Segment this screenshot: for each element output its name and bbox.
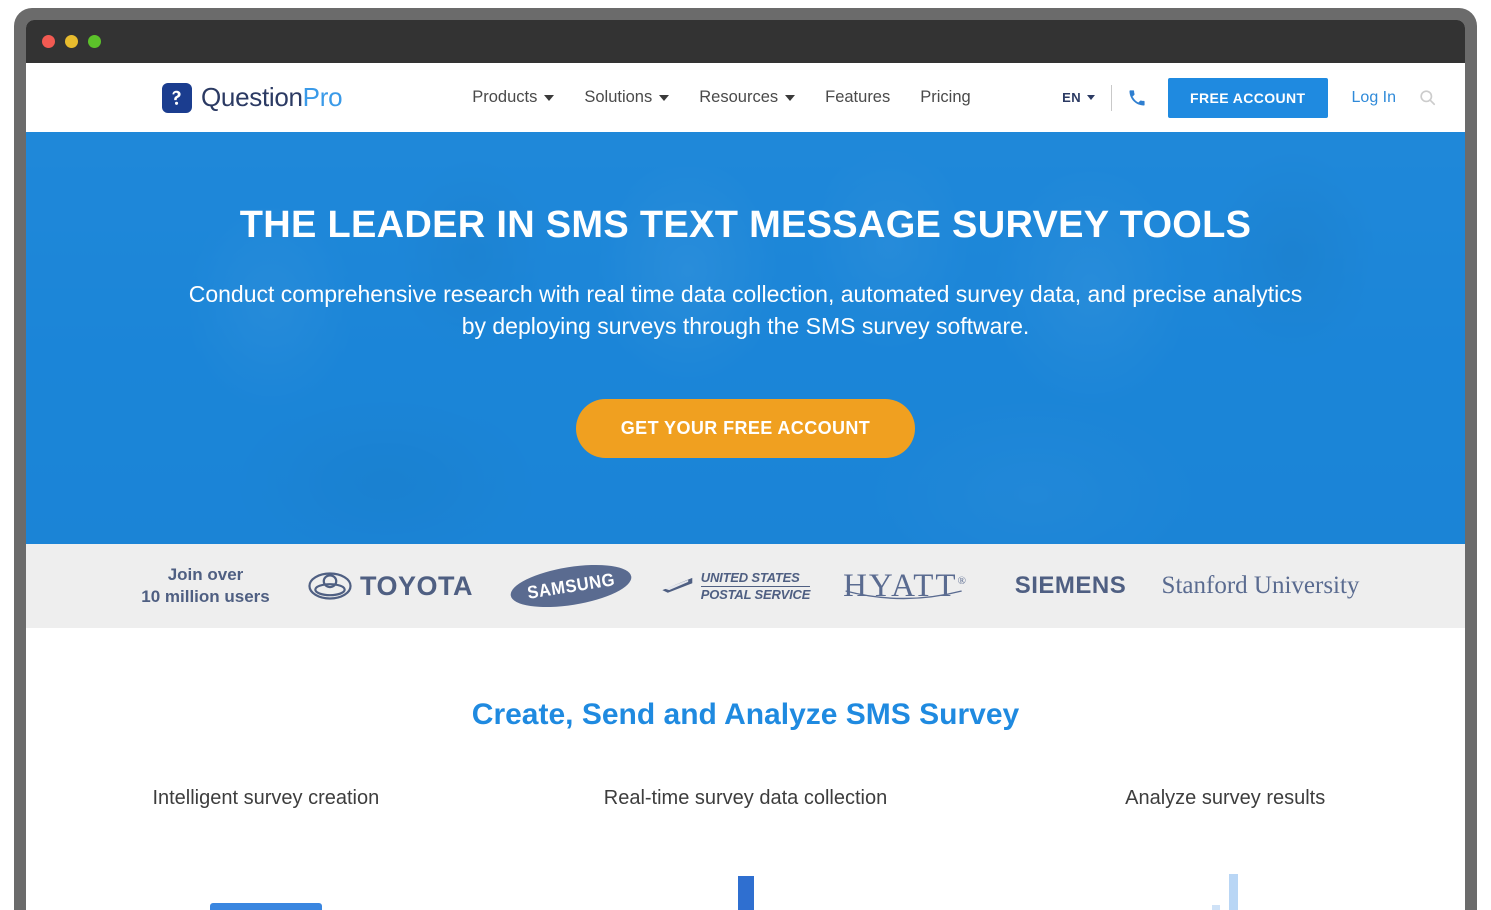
- feature-column-create: Intelligent survey creation: [26, 787, 506, 910]
- siemens-logo-text: SIEMENS: [1014, 572, 1127, 599]
- hyatt-logo-icon: HYATT®: [821, 568, 991, 605]
- hero-subtitle: Conduct comprehensive research with real…: [188, 280, 1303, 339]
- nav-item-products[interactable]: Products: [472, 88, 555, 107]
- features-title: Create, Send and Analyze SMS Survey: [471, 698, 1020, 731]
- illustration-bar-icon: [209, 903, 322, 910]
- join-over-line1: Join over: [167, 564, 244, 584]
- chevron-down-icon: [785, 94, 796, 101]
- search-icon[interactable]: [1418, 88, 1437, 107]
- feature-column-collect: Real-time survey data collection: [506, 787, 986, 910]
- feature-illustration-collect: [506, 842, 986, 910]
- nav-label-resources: Resources: [699, 88, 779, 106]
- nav-label-solutions: Solutions: [584, 88, 653, 106]
- illustration-tall-bar-icon: [1229, 874, 1239, 910]
- stanford-logo-icon: Stanford University: [1151, 572, 1371, 600]
- hyatt-swoosh-icon: [844, 589, 962, 599]
- nav-item-resources[interactable]: Resources: [699, 88, 796, 107]
- stanford-logo-text: Stanford University: [1161, 572, 1360, 599]
- brand-name-part2: Pro: [302, 82, 343, 112]
- customer-logos-bar: Join over 10 million users TOYOTA SAMSUN…: [26, 544, 1465, 628]
- feature-illustration-create: [26, 842, 506, 910]
- nav-item-features[interactable]: Features: [825, 88, 890, 107]
- illustration-column-icon: [737, 876, 754, 910]
- feature-label-analyze: Analyze survey results: [1125, 787, 1326, 809]
- header-actions: EN FREE ACCOUNT Log In: [1040, 77, 1437, 118]
- window-titlebar: [26, 20, 1465, 63]
- nav-label-pricing: Pricing: [920, 88, 971, 106]
- chevron-down-icon: [1087, 95, 1095, 100]
- questionpro-logo-icon: [162, 82, 192, 113]
- browser-viewport: QuestionPro Products Solutions Resources…: [26, 20, 1465, 910]
- features-row: Intelligent survey creation Real-time su…: [26, 787, 1465, 910]
- feature-illustration-analyze: [985, 842, 1465, 910]
- nav-item-solutions[interactable]: Solutions: [584, 88, 670, 107]
- samsung-logo-icon: SAMSUNG: [491, 557, 651, 615]
- join-over-text: Join over 10 million users: [121, 564, 291, 608]
- toyota-logo-text: TOYOTA: [359, 570, 473, 601]
- feature-label-collect: Real-time survey data collection: [603, 787, 888, 809]
- hero-cta-button[interactable]: GET YOUR FREE ACCOUNT: [575, 399, 916, 459]
- nav-label-products: Products: [472, 88, 538, 106]
- toyota-logo-icon: TOYOTA: [291, 571, 491, 602]
- nav-label-features: Features: [825, 88, 891, 106]
- screenshot-root: QuestionPro Products Solutions Resources…: [0, 0, 1491, 910]
- hyatt-registered-mark: ®: [957, 574, 968, 587]
- features-section: Create, Send and Analyze SMS Survey Inte…: [26, 628, 1465, 910]
- login-link[interactable]: Log In: [1352, 89, 1396, 107]
- main-navigation: Products Solutions Resources Features Pr…: [472, 88, 1040, 107]
- feature-column-analyze: Analyze survey results: [985, 787, 1465, 910]
- brand-name-part1: Question: [201, 82, 303, 112]
- usps-logo-icon: UNITED STATES POSTAL SERVICE: [651, 570, 821, 602]
- window-minimize-button[interactable]: [65, 35, 78, 48]
- usps-logo-line2: POSTAL SERVICE: [700, 586, 811, 602]
- join-over-line2: 10 million users: [141, 587, 270, 606]
- usps-logo-line1: UNITED STATES: [700, 570, 811, 587]
- illustration-small-bar-icon: [1212, 905, 1221, 910]
- window-maximize-button[interactable]: [88, 35, 101, 48]
- language-label: EN: [1062, 90, 1081, 105]
- hero-content: THE LEADER IN SMS TEXT MESSAGE SURVEY TO…: [26, 132, 1465, 459]
- hero-title: THE LEADER IN SMS TEXT MESSAGE SURVEY TO…: [239, 204, 1252, 246]
- header-divider: [1111, 84, 1112, 111]
- site-header: QuestionPro Products Solutions Resources…: [26, 63, 1465, 132]
- chevron-down-icon: [544, 94, 555, 101]
- brand-logo[interactable]: QuestionPro: [162, 82, 343, 113]
- page-content: QuestionPro Products Solutions Resources…: [26, 63, 1465, 910]
- samsung-logo-text: SAMSUNG: [525, 568, 616, 603]
- hero-section: THE LEADER IN SMS TEXT MESSAGE SURVEY TO…: [26, 132, 1465, 544]
- phone-icon[interactable]: [1128, 89, 1146, 107]
- browser-window: QuestionPro Products Solutions Resources…: [14, 8, 1477, 910]
- brand-name: QuestionPro: [201, 82, 343, 113]
- siemens-logo-icon: SIEMENS: [991, 572, 1151, 600]
- feature-label-create: Intelligent survey creation: [152, 787, 380, 809]
- free-account-button[interactable]: FREE ACCOUNT: [1168, 77, 1328, 118]
- chevron-down-icon: [659, 94, 670, 101]
- nav-item-pricing[interactable]: Pricing: [920, 88, 970, 107]
- window-close-button[interactable]: [42, 35, 55, 48]
- language-selector[interactable]: EN: [1062, 90, 1095, 105]
